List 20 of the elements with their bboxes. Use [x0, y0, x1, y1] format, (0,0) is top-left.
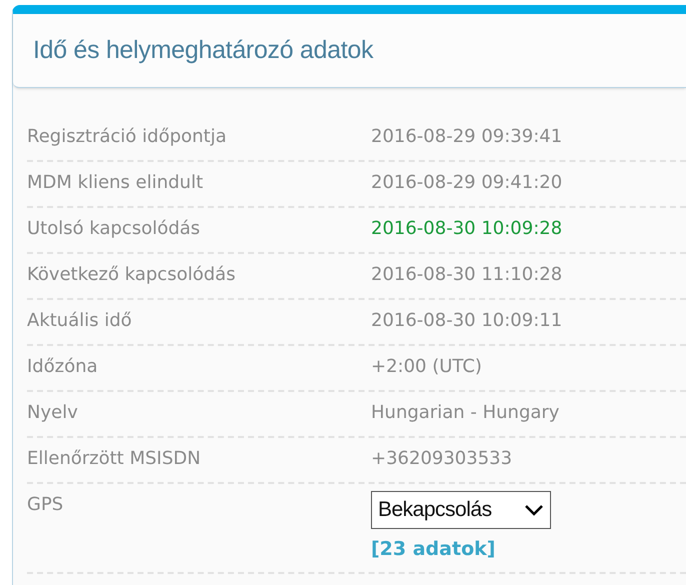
- field-label: Regisztráció időpontja: [27, 125, 228, 149]
- field-label: GPS: [27, 493, 64, 517]
- field-label: MDM kliens elindult: [27, 171, 204, 195]
- field-label: Ellenőrzött MSISDN: [27, 447, 202, 471]
- field-value: 2016-08-30 10:09:28: [371, 217, 562, 241]
- panel-title: Idő és helymeghatározó adatok: [33, 34, 374, 66]
- field-label: Időzóna: [27, 355, 99, 379]
- field-value: +2:00 (UTC): [371, 355, 482, 379]
- field-value: 2016-08-29 09:41:20: [371, 171, 562, 195]
- gps-dropdown[interactable]: Bekapcsolás: [371, 491, 551, 529]
- field-value: 2016-08-30 10:09:11: [371, 309, 562, 333]
- field-label: Utolsó kapcsolódás: [27, 217, 202, 241]
- chevron-down-icon: [524, 503, 544, 517]
- field-label: Nyelv: [27, 401, 79, 425]
- field-value: 2016-08-29 09:39:41: [371, 125, 562, 149]
- field-value: +36209303533: [371, 447, 512, 471]
- field-value: 2016-08-30 11:10:28: [371, 263, 562, 287]
- field-label: Következő kapcsolódás: [27, 263, 236, 287]
- field-label: Aktuális idő: [27, 309, 133, 333]
- field-value: Hungarian - Hungary: [371, 401, 560, 425]
